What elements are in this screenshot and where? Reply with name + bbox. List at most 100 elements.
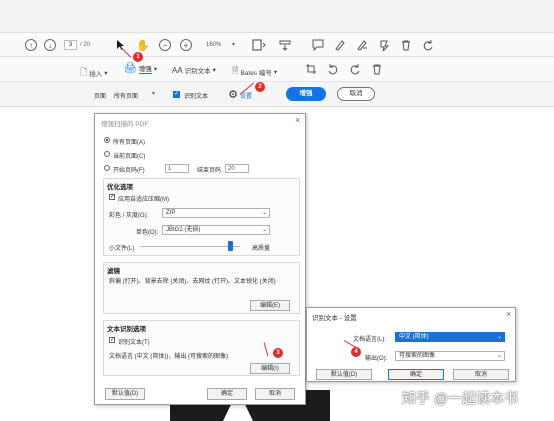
- ocr-checkbox-label: 识别文本: [184, 94, 209, 100]
- current-page-label: 当前页面(C): [113, 154, 146, 160]
- watermark-text: 知乎 @一起读本书: [402, 390, 519, 406]
- adaptive-compression-label: 应用自适应压缩(M): [118, 197, 169, 203]
- rotate-icon[interactable]: [421, 38, 435, 52]
- page-range-radio[interactable]: [104, 165, 110, 171]
- ocr-text-label: 识别文本(T): [118, 340, 150, 346]
- ocr-ok-button[interactable]: 确定: [388, 369, 444, 380]
- current-page-radio[interactable]: [104, 151, 110, 157]
- draw-icon[interactable]: [355, 38, 369, 52]
- chevron-down-icon: ▾: [153, 65, 157, 73]
- page-down-icon[interactable]: ↓: [44, 39, 56, 51]
- from-page-input[interactable]: 1: [165, 164, 189, 173]
- ocr-menu[interactable]: AA 识别文本 ▾: [172, 65, 216, 76]
- to-page-input[interactable]: 20: [225, 164, 249, 173]
- ocr-label: 识别文本: [184, 68, 211, 75]
- doc-language-label: 文档语言(L):: [353, 337, 387, 343]
- stamp-icon[interactable]: [377, 38, 391, 52]
- enhance-label: 增强: [138, 63, 152, 74]
- ocr-default-button[interactable]: 默认值(D): [316, 369, 372, 380]
- page-total: / 20: [80, 42, 91, 48]
- scan-tools-toolbar: 🗋 插入 ▾ 🖨 增强 ▾ AA 识别文本 ▾ 🗎 Bates 编号 ▾: [0, 57, 554, 82]
- filter-edit-button[interactable]: 编辑(E): [250, 300, 290, 311]
- ocr-checkbox[interactable]: ✓: [173, 91, 180, 98]
- ocr-description: 文档语言 (中文 (简体))，输出 (可搜索的图像): [109, 354, 228, 360]
- annotation-badge-1: 1: [133, 52, 143, 62]
- ok-button[interactable]: 确定: [207, 388, 247, 400]
- text-aa-icon: AA: [172, 65, 183, 75]
- quality-slider-track[interactable]: [140, 246, 240, 247]
- from-page-label: 开始页码(F): [113, 168, 145, 174]
- ocr-text-checkbox[interactable]: ✓: [109, 337, 115, 343]
- bates-label: Bates 编号: [240, 70, 272, 77]
- enhance-button[interactable]: 增强: [286, 87, 326, 101]
- hand-tool-icon[interactable]: ✋: [136, 38, 150, 52]
- page-up-icon[interactable]: ↑: [25, 39, 37, 51]
- chevron-down-icon: ⌄: [261, 210, 267, 216]
- page-number-input[interactable]: 3: [64, 40, 77, 50]
- enhance-menu[interactable]: 🖨 增强 ▾: [124, 63, 157, 74]
- dialog-title: 增强扫描的 PDF: [101, 121, 149, 128]
- high-quality-label: 高质量: [252, 246, 271, 252]
- ocr-options-heading: 文本识别选项: [107, 326, 146, 333]
- mono-label: 单色(O):: [136, 230, 159, 236]
- rotate-right-icon[interactable]: [348, 62, 362, 76]
- bates-menu[interactable]: 🗎 Bates 编号 ▾: [232, 65, 277, 79]
- filter-description: 斜偏 (打开)、背景去除 (关闭)、去网纹 (打开)、文本锐化 (关闭): [109, 279, 276, 285]
- bates-doc-icon: 🗎: [232, 66, 239, 75]
- trash-icon[interactable]: [370, 62, 384, 76]
- close-icon[interactable]: ×: [506, 309, 511, 319]
- adaptive-compression-checkbox[interactable]: ✓: [109, 194, 115, 200]
- chevron-down-icon: ▾: [212, 67, 216, 74]
- output-value: 可搜索的图像: [399, 353, 436, 359]
- chevron-down-icon: ▾: [104, 70, 108, 77]
- close-icon[interactable]: ×: [295, 115, 300, 125]
- chevron-down-icon: ▾: [273, 69, 278, 76]
- enhance-scan-icon: 🖨: [124, 63, 137, 74]
- all-pages-radio[interactable]: [104, 137, 110, 143]
- output-label: 输出(O):: [365, 356, 388, 362]
- scroll-mode-icon[interactable]: [278, 38, 292, 52]
- annotation-badge-2: 2: [255, 82, 265, 92]
- optimize-section: 优化选项 ✓ 应用自适应压缩(M) 彩色 / 灰度(G): ZIP ⌄ 单色(O…: [103, 178, 300, 256]
- delete-icon[interactable]: [399, 38, 413, 52]
- all-pages-label: 所有页面(A): [113, 140, 145, 146]
- annotation-badge-3: 3: [273, 348, 283, 358]
- pages-select[interactable]: 所有页面: [114, 91, 138, 100]
- quality-slider-thumb[interactable]: [228, 241, 233, 251]
- filter-heading: 滤镜: [107, 268, 120, 275]
- output-select[interactable]: 可搜索的图像 ⌄: [395, 351, 505, 361]
- color-compression-select[interactable]: ZIP ⌄: [162, 208, 270, 218]
- highlight-pen-icon[interactable]: [333, 38, 347, 52]
- page-fit-icon[interactable]: [251, 38, 267, 52]
- zoom-level[interactable]: 160%: [206, 42, 221, 48]
- main-toolbar: ↑ ↓ 3 / 20 ✋ − + 160% ▾: [0, 33, 554, 57]
- default-button[interactable]: 默认值(D): [105, 388, 145, 400]
- crop-icon[interactable]: [304, 62, 318, 76]
- zoom-in-icon[interactable]: +: [180, 39, 192, 51]
- rotate-left-icon[interactable]: [326, 62, 340, 76]
- mono-compression-select[interactable]: JBIG2 (无损) ⌄: [162, 225, 270, 235]
- zoom-dropdown-icon[interactable]: ▾: [232, 41, 235, 48]
- mono-compression-value: JBIG2 (无损): [166, 227, 201, 233]
- ocr-options-section: 文本识别选项 ✓ 识别文本(T) 文档语言 (中文 (简体))，输出 (可搜索的…: [103, 320, 300, 376]
- insert-menu[interactable]: 🗋 插入 ▾: [80, 65, 108, 81]
- ocr-cancel-button[interactable]: 取消: [453, 369, 509, 380]
- optimize-heading: 优化选项: [107, 184, 133, 191]
- insert-label: 插入: [89, 71, 103, 78]
- chevron-down-icon[interactable]: ▾: [152, 90, 155, 97]
- insert-page-icon: 🗋: [80, 67, 88, 77]
- to-page-label: 结束页码: [197, 168, 222, 174]
- ocr-edit-button[interactable]: 编辑(I): [250, 363, 290, 374]
- filter-section: 滤镜 斜偏 (打开)、背景去除 (关闭)、去网纹 (打开)、文本锐化 (关闭) …: [103, 262, 300, 314]
- gear-icon[interactable]: ⚙: [227, 88, 239, 101]
- cancel-button[interactable]: 取消: [337, 87, 375, 101]
- comment-icon[interactable]: [311, 38, 325, 52]
- enhance-scan-dialog: 增强扫描的 PDF × 所有页面(A) 当前页面(C) 开始页码(F) 1 结束…: [94, 113, 306, 405]
- enhance-options-bar: 页面 所有页面 ▾ ✓ 识别文本 ⚙ 设置 增强 取消: [0, 82, 554, 107]
- zoom-out-icon[interactable]: −: [159, 39, 171, 51]
- doc-language-select[interactable]: 中文 (简体) ⌄: [395, 332, 505, 342]
- color-compression-value: ZIP: [166, 210, 176, 216]
- window-top-strip: [0, 0, 554, 33]
- chevron-down-icon: ⌄: [261, 227, 267, 233]
- dialog-cancel-button[interactable]: 取消: [255, 388, 295, 400]
